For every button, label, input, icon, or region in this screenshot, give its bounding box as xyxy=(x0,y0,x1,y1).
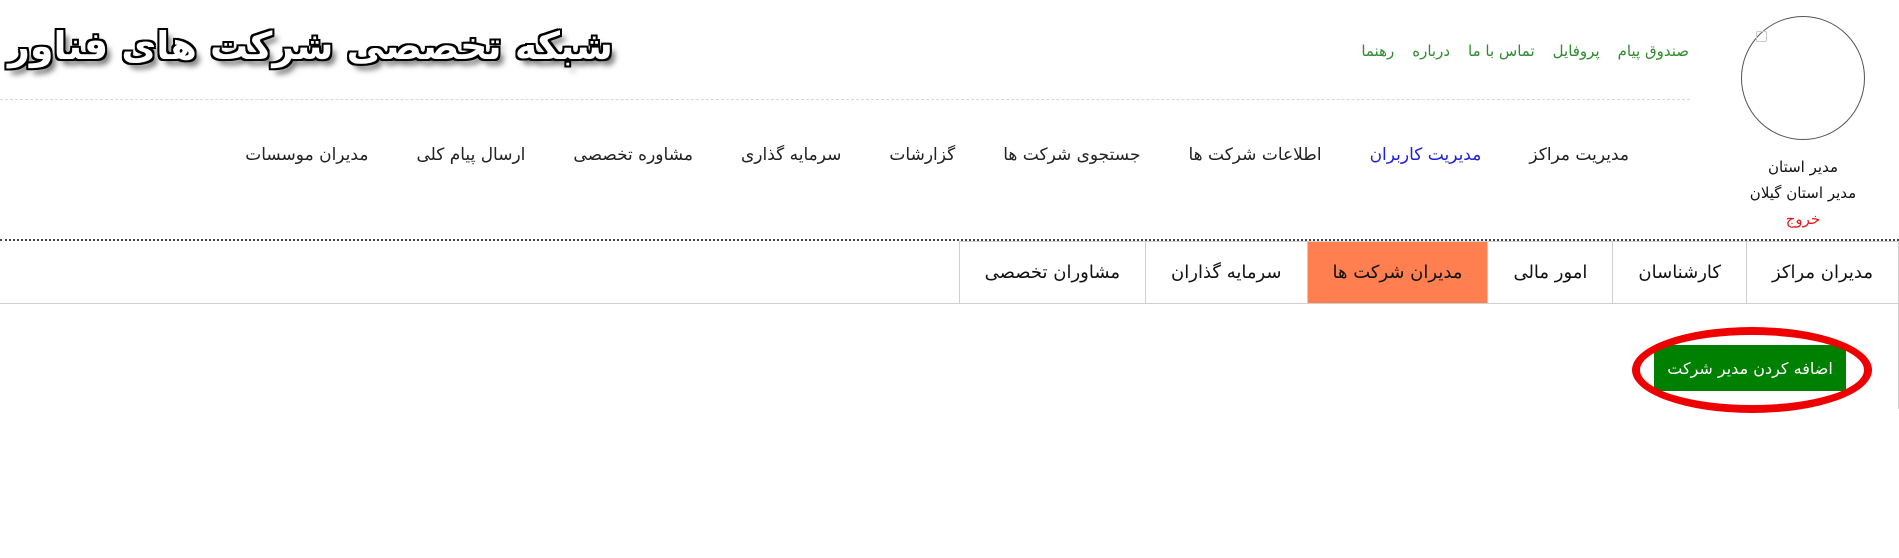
tab-consultants[interactable]: مشاوران تخصصی xyxy=(958,241,1146,304)
nav-item-centers-management[interactable]: مدیریت مراکز xyxy=(1529,145,1629,165)
top-link-inbox[interactable]: صندوق پیام xyxy=(1618,42,1689,60)
nav-item-investment[interactable]: سرمایه گذاری xyxy=(741,145,841,165)
avatar xyxy=(1741,16,1865,140)
tab-company-managers[interactable]: مدیران شرکت ها xyxy=(1306,241,1488,304)
user-info: مدیر استان مدیر استان گیلان خروج xyxy=(1735,154,1871,232)
broken-image-icon xyxy=(1756,31,1767,42)
top-link-about[interactable]: درباره xyxy=(1412,42,1450,60)
user-type-tabs: مدیران مراکز کارشناسان امور مالی مدیران … xyxy=(958,241,1899,304)
header-divider xyxy=(0,99,1690,100)
top-link-guide[interactable]: رهنما xyxy=(1361,42,1394,60)
tab-investors[interactable]: سرمایه گذاران xyxy=(1145,241,1307,304)
nav-item-reports[interactable]: گزارشات xyxy=(889,145,955,165)
user-name: مدیر استان گیلان xyxy=(1749,184,1857,202)
logout-link[interactable]: خروج xyxy=(1735,206,1871,232)
content-panel-border xyxy=(0,303,1899,304)
nav-item-broadcast-message[interactable]: ارسال پیام کلی xyxy=(416,145,525,165)
site-title: شبکه تخصصی شرکت های فناور xyxy=(8,24,614,68)
user-role: مدیر استان xyxy=(1768,158,1838,176)
top-links: صندوق پیام پروفایل تماس با ما درباره رهن… xyxy=(1361,42,1689,60)
nav-item-companies-search[interactable]: جستجوی شرکت ها xyxy=(1003,145,1140,165)
top-link-profile[interactable]: پروفایل xyxy=(1553,42,1600,60)
nav-item-institutes-managers[interactable]: مدیران موسسات xyxy=(245,145,368,165)
nav-item-consulting[interactable]: مشاوره تخصصی xyxy=(573,145,693,165)
tab-experts[interactable]: کارشناسان xyxy=(1612,241,1746,304)
nav-item-companies-info[interactable]: اطلاعات شرکت ها xyxy=(1188,145,1321,165)
main-nav: مدیریت مراکز مدیریت کاربران اطلاعات شرکت… xyxy=(245,145,1629,165)
add-company-manager-button[interactable]: اضافه کردن مدیر شرکت xyxy=(1654,345,1846,391)
top-link-contact[interactable]: تماس با ما xyxy=(1468,42,1535,60)
nav-item-users-management[interactable]: مدیریت کاربران xyxy=(1370,145,1482,165)
tab-finance[interactable]: امور مالی xyxy=(1487,241,1613,304)
tab-center-managers[interactable]: مدیران مراکز xyxy=(1745,241,1899,304)
